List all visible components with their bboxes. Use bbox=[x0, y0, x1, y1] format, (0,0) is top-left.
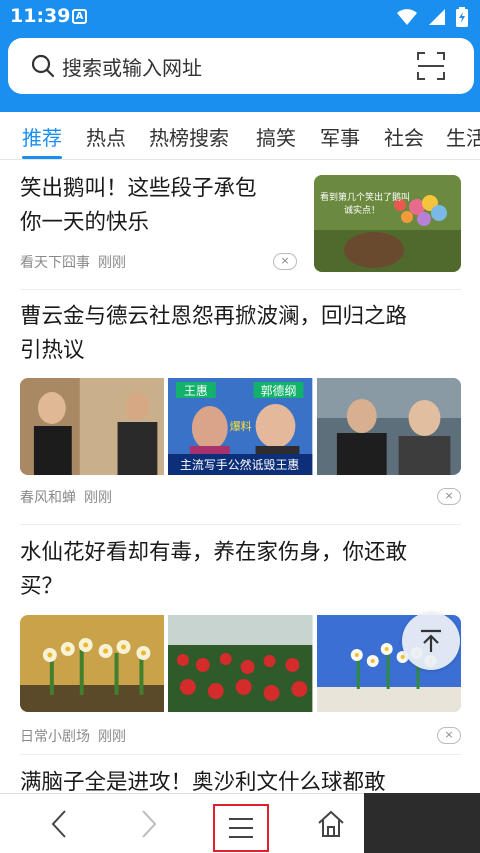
menu-icon bbox=[229, 818, 253, 838]
article-card[interactable]: 曹云金与德云社恩怨再掀波澜，回归之路 引热议 王惠 郭德纲 爆料 主流写手公然诋… bbox=[20, 300, 461, 508]
article-time: 刚刚 bbox=[84, 490, 112, 506]
tab-recommend[interactable]: 推荐 bbox=[22, 122, 62, 151]
article-image bbox=[20, 378, 165, 475]
status-bar: 11:39 A bbox=[0, 0, 480, 34]
article-meta: 看天下囧事 刚刚 bbox=[20, 252, 126, 272]
divider bbox=[20, 289, 461, 290]
tab-hot[interactable]: 热点 bbox=[86, 122, 126, 151]
image-caption: 主流写手公然诋毁王惠 bbox=[180, 457, 299, 472]
tab-society[interactable]: 社会 bbox=[384, 122, 424, 151]
tab-funny[interactable]: 搞笑 bbox=[256, 122, 296, 151]
menu-button[interactable] bbox=[213, 804, 269, 852]
forward-button[interactable] bbox=[120, 794, 178, 853]
search-placeholder: 搜索或输入网址 bbox=[62, 55, 202, 80]
article-image bbox=[20, 615, 165, 712]
article-title: 水仙花好看却有毒，养在家伤身，你还敢 买？ bbox=[20, 540, 408, 599]
search-icon bbox=[31, 54, 55, 78]
article-card[interactable]: 满脑子全是进攻！奥沙利文什么球都敢 bbox=[20, 766, 461, 793]
article-source: 日常小剧场 bbox=[20, 729, 90, 745]
image-label-tag: 爆料 bbox=[230, 419, 252, 433]
thumb-caption-1: 看到第几个笑出了鹅叫 bbox=[320, 191, 410, 203]
wifi-icon bbox=[397, 9, 417, 25]
article-title: 满脑子全是进攻！奥沙利文什么球都敢 bbox=[20, 770, 386, 793]
article-card[interactable]: 水仙花好看却有毒，养在家伤身，你还敢 买？ 日常小剧场 刚刚 × bbox=[20, 536, 461, 746]
signal-icon bbox=[429, 9, 445, 25]
article-image: 王惠 郭德纲 爆料 主流写手公然诋毁王惠 bbox=[168, 378, 313, 475]
article-time: 刚刚 bbox=[98, 729, 126, 745]
search-input[interactable]: 搜索或输入网址 bbox=[8, 38, 474, 94]
home-button[interactable] bbox=[302, 794, 360, 853]
search-header: 搜索或输入网址 bbox=[0, 34, 480, 112]
dismiss-button[interactable]: × bbox=[437, 488, 461, 505]
notification-icon: A bbox=[72, 9, 87, 24]
active-tab-indicator bbox=[22, 156, 62, 159]
divider bbox=[20, 524, 461, 525]
article-image-row: 王惠 郭德纲 爆料 主流写手公然诋毁王惠 bbox=[20, 378, 461, 475]
status-time: 11:39 bbox=[10, 5, 71, 27]
dismiss-button[interactable]: × bbox=[437, 727, 461, 744]
image-label-name2: 郭德纲 bbox=[261, 383, 297, 398]
image-label-name1: 王惠 bbox=[184, 384, 208, 398]
dismiss-button[interactable]: × bbox=[273, 253, 297, 270]
article-meta: 日常小剧场 刚刚 bbox=[20, 726, 126, 746]
back-button[interactable] bbox=[30, 794, 88, 853]
tab-hot-search[interactable]: 热榜搜索 bbox=[149, 122, 229, 151]
article-title: 笑出鹅叫！这些段子承包 你一天的快乐 bbox=[20, 176, 257, 235]
category-tabs: 推荐 热点 热榜搜索 搞笑 军事 社会 生活 bbox=[0, 112, 480, 160]
article-image-row bbox=[20, 615, 461, 712]
scan-icon[interactable] bbox=[416, 51, 446, 81]
article-image bbox=[168, 615, 313, 712]
article-image bbox=[316, 378, 461, 475]
article-source: 看天下囧事 bbox=[20, 255, 90, 271]
news-feed: 笑出鹅叫！这些段子承包 你一天的快乐 看天下囧事 刚刚 × 看到第几个笑出了鹅叫 … bbox=[0, 160, 480, 793]
tab-military[interactable]: 军事 bbox=[320, 122, 360, 151]
article-time: 刚刚 bbox=[98, 255, 126, 271]
forward-icon bbox=[142, 810, 157, 838]
arrow-up-icon bbox=[421, 629, 441, 652]
thumb-caption-2: 诚实点！ bbox=[344, 204, 380, 216]
divider bbox=[20, 754, 461, 755]
article-thumbnail: 看到第几个笑出了鹅叫 诚实点！ bbox=[314, 175, 461, 272]
article-title: 曹云金与德云社恩怨再掀波澜，回归之路 引热议 bbox=[20, 304, 408, 363]
status-icons bbox=[396, 6, 468, 28]
battery-charging-icon bbox=[456, 7, 468, 27]
article-source: 春风和蝉 bbox=[20, 490, 76, 506]
scroll-to-top-button[interactable] bbox=[402, 612, 460, 670]
back-icon bbox=[51, 810, 66, 838]
article-meta: 春风和蝉 刚刚 bbox=[20, 487, 112, 507]
overlay-corner bbox=[364, 793, 480, 853]
home-icon bbox=[318, 810, 344, 837]
hedgehog-balloons-image: 看到第几个笑出了鹅叫 诚实点！ bbox=[314, 175, 461, 272]
tab-life[interactable]: 生活 bbox=[446, 122, 480, 151]
article-card[interactable]: 笑出鹅叫！这些段子承包 你一天的快乐 看天下囧事 刚刚 × 看到第几个笑出了鹅叫 … bbox=[20, 172, 461, 284]
